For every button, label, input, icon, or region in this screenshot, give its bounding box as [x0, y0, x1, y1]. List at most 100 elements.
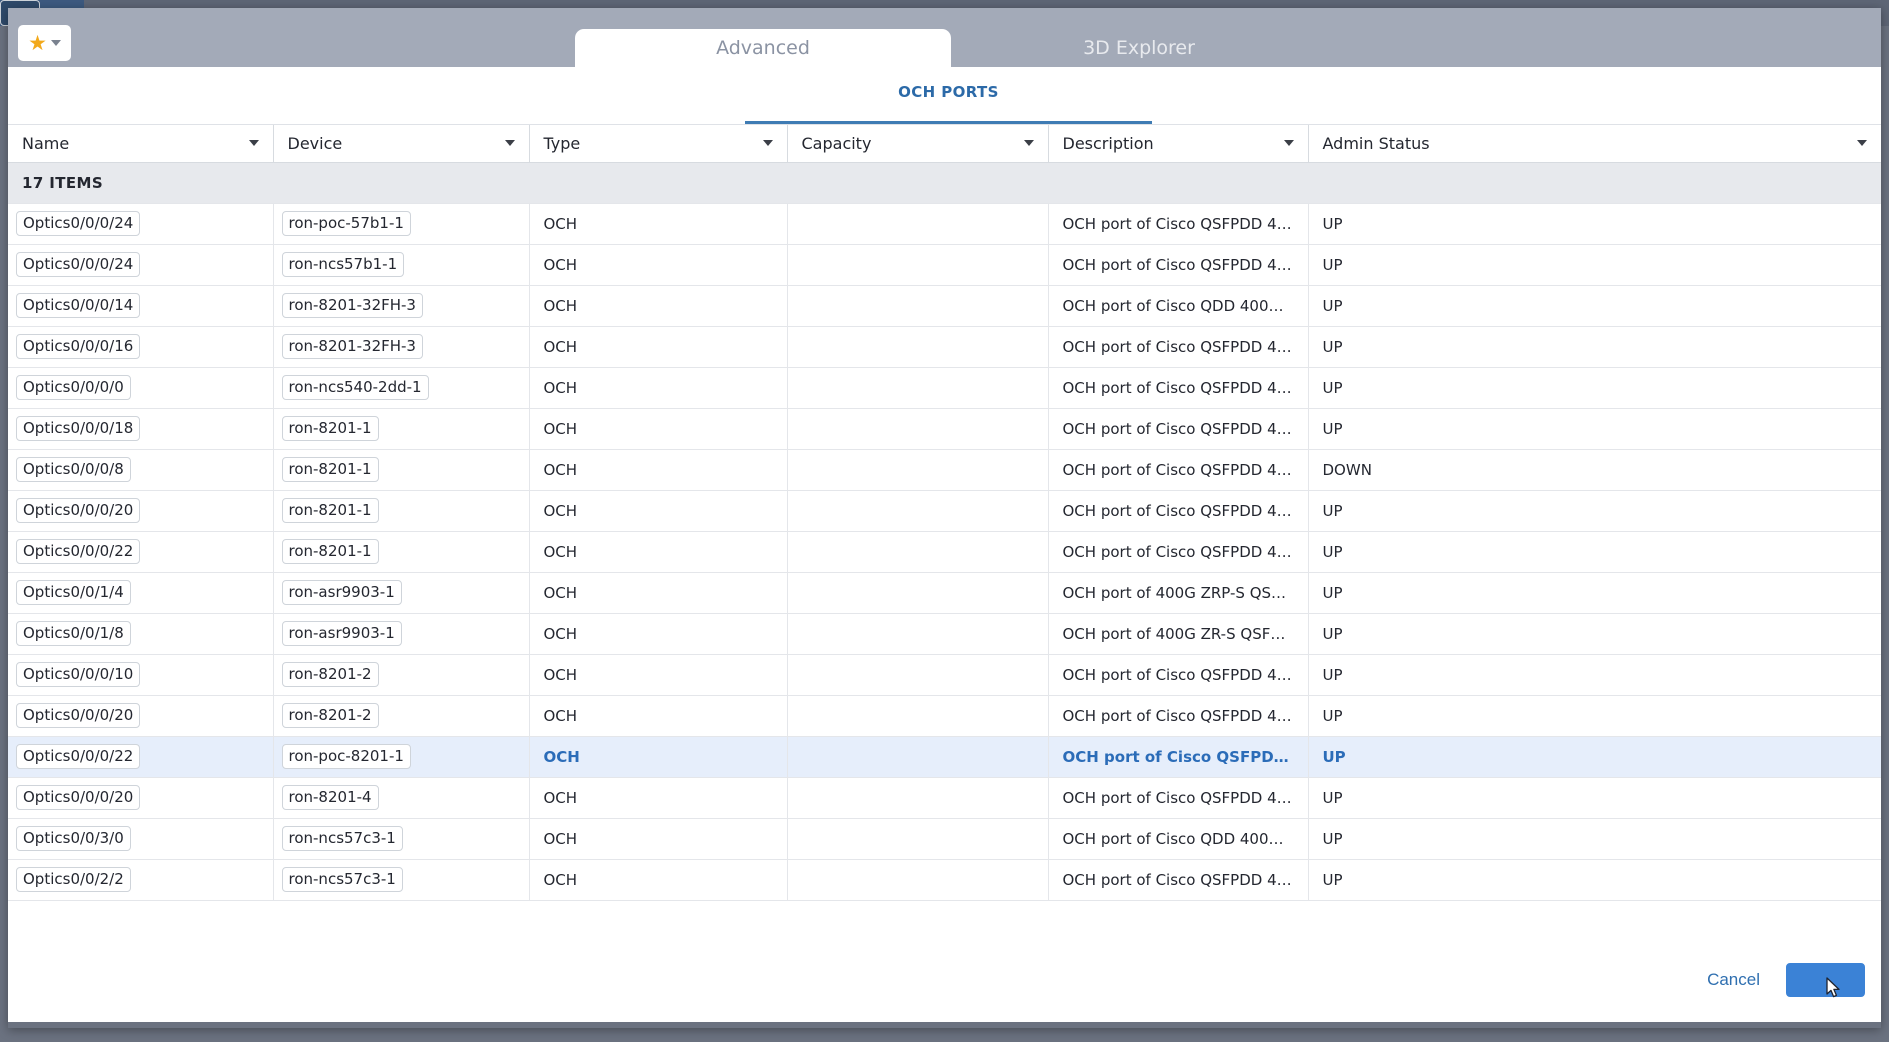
type-text: OCH	[543, 542, 578, 561]
tab-3d-explorer[interactable]: 3D Explorer	[951, 29, 1327, 67]
description-text: OCH port of Cisco QSFPDD 400G ZRP Plug…	[1062, 337, 1294, 356]
cell-capacity	[787, 695, 1049, 737]
chevron-down-icon[interactable]	[1283, 140, 1294, 147]
table-row[interactable]: Optics0/0/0/20 ron-8201-1 OCH OCH port of C…	[8, 490, 1881, 532]
cell-device: ron-ncs57c3-1	[273, 859, 530, 901]
tab-och-ports[interactable]: OCH PORTS	[745, 79, 1152, 124]
device-chip: ron-8201-32FH-3	[281, 293, 423, 318]
cell-capacity	[787, 531, 1049, 573]
description-text: OCH port of Cisco QDD 400G BRT ZRP Plug…	[1062, 829, 1294, 848]
chevron-down-icon[interactable]	[1023, 140, 1034, 147]
table-row[interactable]: Optics0/0/2/2 ron-ncs57c3-1 OCH OCH port of…	[8, 859, 1881, 901]
name-chip: Optics0/0/0/8	[16, 457, 131, 482]
table-row[interactable]: Optics0/0/0/18 ron-8201-1 OCH OCH port of C…	[8, 408, 1881, 450]
table-row[interactable]: Optics0/0/0/20 ron-8201-4 OCH OCH port of C…	[8, 777, 1881, 819]
device-chip: ron-8201-1	[281, 539, 379, 564]
table-row[interactable]: Optics0/0/0/24 ron-poc-57b1-1 OCH OCH port …	[8, 203, 1881, 245]
table-row[interactable]: Optics0/0/0/14 ron-8201-32FH-3 OCH OCH port…	[8, 285, 1881, 327]
type-text: OCH	[543, 501, 578, 520]
device-chip: ron-8201-1	[281, 498, 379, 523]
cell-device: ron-asr9903-1	[273, 613, 530, 655]
table-row[interactable]: Optics0/0/3/0 ron-ncs57c3-1 OCH OCH port of…	[8, 818, 1881, 860]
cell-capacity	[787, 203, 1049, 245]
name-chip: Optics0/0/0/0	[16, 375, 131, 400]
cell-type: OCH	[529, 654, 788, 696]
name-chip: Optics0/0/3/0	[16, 826, 131, 851]
chevron-down-icon[interactable]	[504, 140, 515, 147]
cell-name: Optics0/0/1/8	[8, 613, 274, 655]
column-header-name[interactable]: Name	[8, 125, 274, 163]
cell-capacity	[787, 449, 1049, 491]
type-text: OCH	[543, 624, 578, 643]
cancel-button[interactable]: Cancel	[1703, 964, 1764, 996]
chevron-down-icon[interactable]	[762, 140, 773, 147]
item-count-label: 17 ITEMS	[8, 162, 1881, 204]
cell-device: ron-asr9903-1	[273, 572, 530, 614]
favorites-button[interactable]: ★	[18, 25, 71, 61]
cell-description: OCH port of 400G ZR-S QSFPDD Module	[1048, 613, 1309, 655]
device-chip: ron-8201-2	[281, 703, 379, 728]
cell-capacity	[787, 777, 1049, 819]
name-chip: Optics0/0/0/24	[16, 252, 141, 277]
cell-device: ron-8201-1	[273, 490, 530, 532]
column-header-name-label: Name	[22, 133, 70, 153]
type-text: OCH	[543, 706, 578, 725]
confirm-button[interactable]	[1786, 963, 1865, 998]
cell-name: Optics0/0/1/4	[8, 572, 274, 614]
column-header-description[interactable]: Description	[1048, 125, 1309, 163]
cell-description: OCH port of Cisco QDD 400G BRT ZRP Plug…	[1048, 818, 1309, 860]
cell-capacity	[787, 490, 1049, 532]
column-header-description-label: Description	[1062, 133, 1154, 153]
admin_status-text: UP	[1322, 706, 1343, 725]
admin_status-text: UP	[1322, 542, 1343, 561]
device-chip: ron-ncs57b1-1	[281, 252, 405, 277]
cell-name: Optics0/0/0/16	[8, 326, 274, 368]
admin_status-text: UP	[1322, 378, 1343, 397]
star-icon: ★	[28, 30, 47, 55]
device-chip: ron-ncs57c3-1	[281, 867, 403, 892]
type-text: OCH	[543, 296, 578, 315]
device-chip: ron-poc-8201-1	[281, 744, 411, 769]
type-text: OCH	[543, 788, 578, 807]
cell-capacity	[787, 613, 1049, 655]
name-chip: Optics0/0/0/22	[16, 744, 141, 769]
cell-device: ron-8201-4	[273, 777, 530, 819]
cell-name: Optics0/0/0/14	[8, 285, 274, 327]
table-row[interactable]: Optics0/0/0/24 ron-ncs57b1-1 OCH OCH port o…	[8, 244, 1881, 286]
admin_status-text: UP	[1322, 296, 1343, 315]
description-text: OCH port of Cisco QSFPDD 400G ZRP Plugg…	[1062, 788, 1294, 807]
table-row[interactable]: Optics0/0/0/10 ron-8201-2 OCH OCH port of C…	[8, 654, 1881, 696]
column-header-admin-status[interactable]: Admin Status	[1308, 125, 1881, 163]
cell-admin_status: UP	[1308, 654, 1881, 696]
device-chip: ron-8201-4	[281, 785, 379, 810]
description-text: OCH port of Cisco QSFPDD 400G ZRP Plug…	[1062, 214, 1294, 233]
column-header-device[interactable]: Device	[273, 125, 530, 163]
cell-description: OCH port of Cisco QSFPDD 400G ZRP Plug…	[1048, 367, 1309, 409]
column-header-capacity[interactable]: Capacity	[787, 125, 1049, 163]
table-row[interactable]: Optics0/0/0/22 ron-poc-8201-1 OCH OCH port …	[8, 736, 1881, 778]
description-text: OCH port of Cisco QSFPDD 400G ZRP Plug…	[1062, 542, 1294, 561]
admin_status-text: UP	[1322, 255, 1343, 274]
cell-type: OCH	[529, 244, 788, 286]
item-count-row: 17 ITEMS	[8, 162, 1881, 204]
table-row[interactable]: Optics0/0/1/4 ron-asr9903-1 OCH OCH port of…	[8, 572, 1881, 614]
cell-description: OCH port of Cisco QSFPDD 400G ZR Plugg…	[1048, 490, 1309, 532]
name-chip: Optics0/0/0/22	[16, 539, 141, 564]
cell-device: ron-8201-32FH-3	[273, 285, 530, 327]
name-chip: Optics0/0/2/2	[16, 867, 131, 892]
chevron-down-icon[interactable]	[248, 140, 259, 147]
cell-device: ron-poc-8201-1	[273, 736, 530, 778]
table-row[interactable]: Optics0/0/0/22 ron-8201-1 OCH OCH port of C…	[8, 531, 1881, 573]
table-row[interactable]: Optics0/0/1/8 ron-asr9903-1 OCH OCH port of…	[8, 613, 1881, 655]
tab-advanced[interactable]: Advanced	[575, 29, 951, 67]
column-header-type[interactable]: Type	[529, 125, 788, 163]
mouse-cursor-icon	[1825, 977, 1840, 998]
table-row[interactable]: Optics0/0/0/20 ron-8201-2 OCH OCH port of C…	[8, 695, 1881, 737]
table-row[interactable]: Optics0/0/0/8 ron-8201-1 OCH OCH port of Ci…	[8, 449, 1881, 491]
description-text: OCH port of Cisco QSFPDD 400G ZRP Plug…	[1062, 378, 1294, 397]
admin_status-text: UP	[1322, 788, 1343, 807]
chevron-down-icon[interactable]	[1857, 140, 1867, 147]
table-row[interactable]: Optics0/0/0/16 ron-8201-32FH-3 OCH OCH port…	[8, 326, 1881, 368]
dialog-footer: Cancel	[8, 932, 1881, 1028]
table-row[interactable]: Optics0/0/0/0 ron-ncs540-2dd-1 OCH OCH port…	[8, 367, 1881, 409]
